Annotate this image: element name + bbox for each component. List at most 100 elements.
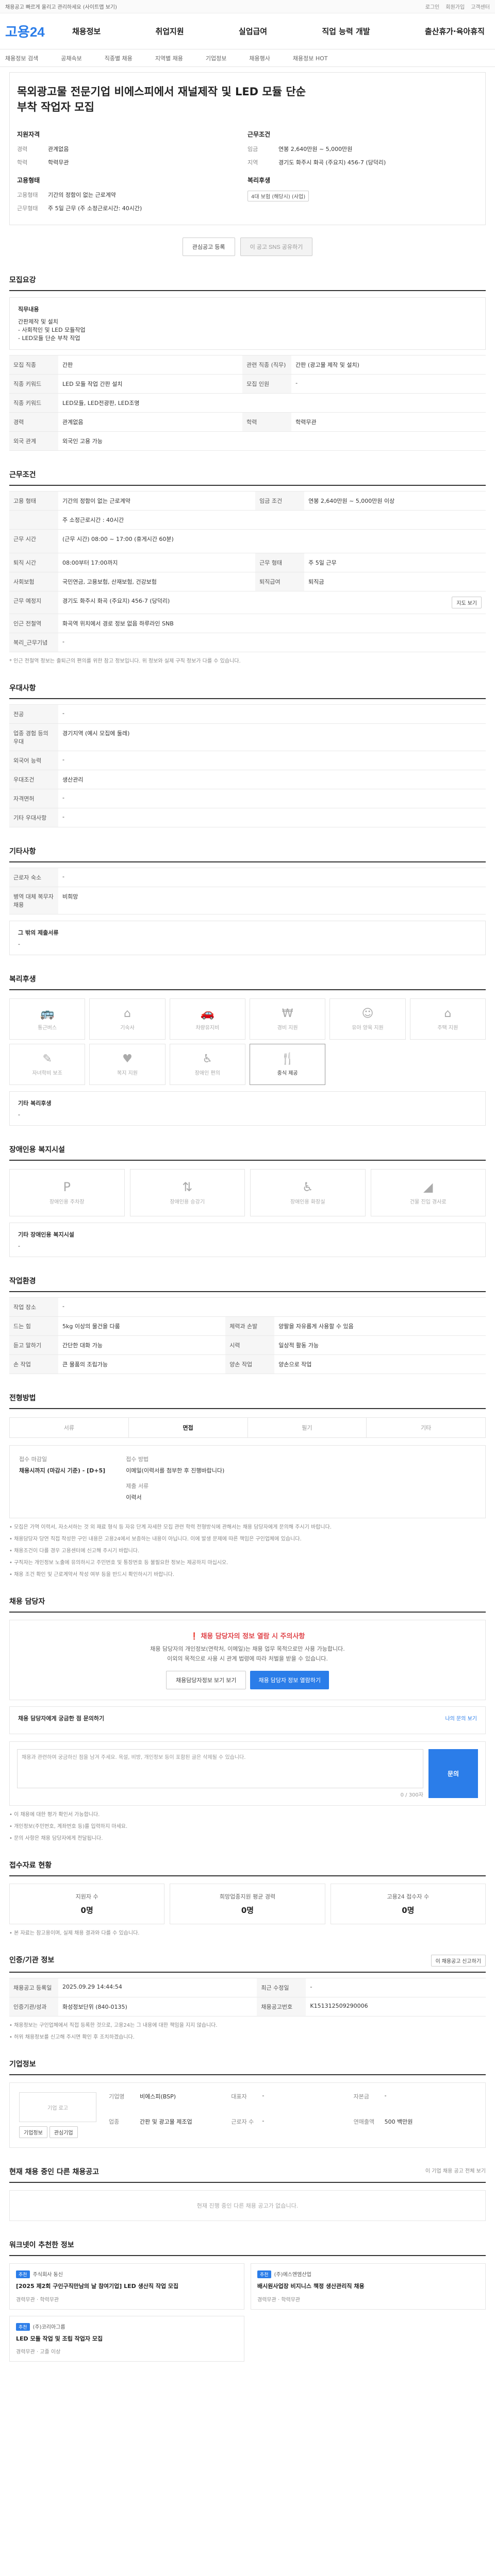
- table-header-cell: 학력: [242, 412, 292, 432]
- table-cell: 경기지역 (예시 모집에 둘레): [58, 723, 486, 751]
- process-note: • 채용담당자 당연 직접 작성한 구인 내용은 고용24에서 보증하는 내용이…: [9, 1536, 302, 1542]
- summary-value: 기간의 정함이 없는 근로계약: [48, 191, 116, 198]
- subnav-company[interactable]: 기업정보: [206, 54, 226, 62]
- table-header-cell: 근무 형태: [255, 552, 305, 572]
- subnav-job-type[interactable]: 직종별 채용: [105, 54, 133, 62]
- login-link[interactable]: 로그인: [425, 3, 440, 10]
- subnav-hot[interactable]: 채용정보 HOT: [293, 54, 328, 62]
- subnav-event[interactable]: 채용행사: [249, 54, 270, 62]
- table-row: 근로자 숙소 -: [9, 867, 486, 887]
- process-step: 서류: [10, 1417, 129, 1437]
- table-header-cell: 기타 우대사항: [9, 807, 58, 827]
- welfare-item: ☺ 유아 양육 지원: [329, 998, 406, 1040]
- welfare-item-label: 경비 지원: [277, 1025, 298, 1031]
- table-header-cell: 인근 전철역: [9, 613, 58, 633]
- welfare-item-label: 유아 양육 지원: [352, 1025, 384, 1031]
- table-header-cell: 최근 수정일: [257, 1978, 306, 1998]
- toilet-icon: ♿: [302, 1180, 314, 1195]
- table-header-cell: 드는 힘: [9, 1316, 58, 1336]
- table-row: 사회보험 국민연금, 고용보험, 산재보험, 건강보험 퇴직급여 퇴직금: [9, 571, 486, 591]
- table-header-cell: 외국어 능력: [9, 750, 58, 770]
- table-header-cell: 직종 키워드: [9, 393, 58, 413]
- table-header-cell: 모집 직종: [9, 354, 58, 375]
- prefer-table: 전공 - 업종 경험 등의 우대 경기지역 (예시 모집에 둘레) 외국어 능력 - …: [9, 704, 486, 827]
- qa-my-link[interactable]: 나의 문의 보기: [445, 1714, 477, 1726]
- duty-line: - 사회적인 및 LED 모듈작업: [18, 326, 86, 333]
- corp-logo: 기업 로고: [19, 2092, 96, 2123]
- recommend-card[interactable]: 추천 (주)코리아그룹 LED 모듈 작업 및 조립 작업자 모집 경력무관 · 고졸…: [9, 2315, 244, 2362]
- share-button[interactable]: 이 공고 SNS 공유하기: [240, 237, 313, 256]
- map-button[interactable]: 지도 보기: [452, 596, 482, 608]
- stat-label: 희망업종지원 평균 경력: [219, 1893, 276, 1901]
- subnav-region[interactable]: 지역별 채용: [155, 54, 183, 62]
- job-title: 목외광고물 전문기업 비에스피에서 재널제작 및 LED 모듈 단순 부착 작업…: [17, 86, 306, 114]
- top-notice-text: 채용공고 빠르게 올리고 관리하세요 (사이트맵 보기): [5, 5, 117, 10]
- welfare-item-label: 통근버스: [38, 1025, 57, 1031]
- corp-field: 연매출액 500 백만원: [354, 2117, 476, 2133]
- table-cell: LED 모듈 작업 간판 설치: [58, 374, 243, 394]
- recommend-job-title[interactable]: 배시원사업장 비지니스 책정 생산관리직 채용: [257, 2282, 479, 2291]
- welfare-title: 복리후생: [9, 974, 486, 990]
- recommend-meta: 경력무관 · 학력무관: [16, 2297, 59, 2303]
- stat-value: 0명: [241, 1906, 254, 1916]
- recruit-table: 모집 직종 간판 관련 직종 (직무) 간판 (광고물 제작 및 설치) 직종 …: [9, 354, 486, 451]
- welfare-item: ⌂ 주택 지원: [409, 998, 486, 1040]
- table-cell: 일상적 활동 가능: [274, 1335, 486, 1355]
- table-header-cell: 듣고 말하기: [9, 1335, 58, 1355]
- table-cell: -: [58, 632, 486, 652]
- info-title: 인증/기관 정보: [9, 1956, 55, 1965]
- table-header-cell: 손 작업: [9, 1354, 58, 1374]
- contact-view-button[interactable]: 채용 담당자 정보 열람하기: [250, 1671, 329, 1690]
- contact-note: • 개인정보(주민번호, 계좌번호 등)를 입력하지 마세요.: [9, 1824, 128, 1830]
- table-header-cell: 복리_근무기념: [9, 632, 58, 652]
- welfare-other-box: 기타 복리후생 -: [9, 1091, 486, 1126]
- signup-link[interactable]: 회원가입: [446, 3, 465, 10]
- disability-grid: P 장애인용 주차장 ⇅ 장애인용 승강기 ♿ 장애인용 화장실 ◢ 건물 진입 경사로: [9, 1168, 486, 1216]
- nav-item-leave[interactable]: 출산휴가·육아휴직: [425, 26, 485, 37]
- summary-benefit-title: 복리후생: [248, 176, 271, 184]
- car-icon: 🚗: [200, 1007, 215, 1020]
- contact-note: • 문의 사항은 채용 담당자에게 전달됩니다.: [9, 1836, 103, 1842]
- recommend-company: (주)에스엔엠산업: [274, 2272, 311, 2278]
- table-cell: -: [58, 788, 486, 808]
- recommend-job-title[interactable]: [2025 제2회 구인구직만남의 날 참여기업] LED 생산직 작업 모집: [16, 2282, 238, 2291]
- process-step: 필기: [248, 1417, 367, 1437]
- prefer-section: 우대사항 전공 - 업종 경험 등의 우대 경기지역 (예시 모집에 둘레) 외국어…: [9, 683, 486, 827]
- corp-info-button[interactable]: 기업정보: [19, 2126, 47, 2139]
- welfare-item-label: 복지 지원: [117, 1070, 138, 1076]
- recommend-card[interactable]: 추천 (주)에스엔엠산업 배시원사업장 비지니스 책정 생산관리직 채용 경력무관 ·…: [251, 2263, 486, 2310]
- corp-field: 업종 간판 및 광고물 제조업: [109, 2117, 231, 2133]
- table-cell: 퇴직금: [304, 571, 486, 591]
- nav-item-jobs[interactable]: 채용정보: [72, 26, 101, 37]
- table-row: 외국 관계 외국인 고용 가능: [9, 431, 486, 451]
- welfare-item: ⌂ 기숙사: [89, 998, 166, 1040]
- benefit-tag: 4대 보험 (해당시) (사업): [248, 190, 309, 201]
- heart-icon: ♥: [122, 1052, 133, 1065]
- recommend-job-title[interactable]: LED 모듈 작업 및 조립 작업자 모집: [16, 2335, 238, 2344]
- contact-buttons: 채용담당자정보 보기 보기 채용 담당자 정보 열람하기: [20, 1671, 475, 1690]
- qa-send-button[interactable]: 문의: [428, 1749, 478, 1799]
- help-link[interactable]: 고객센터: [471, 3, 490, 10]
- report-button[interactable]: 이 채용공고 신고하기: [431, 1955, 486, 1967]
- disability-item: ♿ 장애인용 화장실: [250, 1168, 366, 1216]
- table-row: 경력 관계없음 학력 학력무관: [9, 412, 486, 432]
- contact-desc: 채용 담당자의 개인정보(연락처, 이메일)는 채용 업무 목적으로만 사용 가…: [150, 1645, 345, 1652]
- site-logo[interactable]: 고용24: [5, 22, 72, 41]
- table-row: 퇴직 시간 08:00부터 17:00까지 근무 형태 주 5일 근무: [9, 552, 486, 572]
- subnav-search[interactable]: 채용정보 검색: [5, 54, 38, 62]
- contact-policy-button[interactable]: 채용담당자정보 보기 보기: [166, 1671, 246, 1690]
- job-action-row: 관심공고 등록 이 공고 SNS 공유하기: [9, 237, 486, 256]
- duty-line: 간판제작 및 설치: [18, 318, 58, 325]
- others-title-row: 현재 채용 중인 다른 채용공고 이 기업 채용 공고 전체 보기: [9, 2166, 486, 2183]
- nav-item-support[interactable]: 취업지원: [155, 26, 184, 37]
- others-all-link[interactable]: 이 기업 채용 공고 전체 보기: [425, 2166, 486, 2177]
- corp-fav-button[interactable]: 관심기업: [49, 2126, 78, 2139]
- nav-item-training[interactable]: 직업 능력 개발: [322, 26, 370, 37]
- qa-textarea[interactable]: 채용과 관련하여 궁금하신 점을 남겨 주세요. 욕설, 비방, 개인정보 등이…: [17, 1749, 423, 1789]
- recommend-card[interactable]: 추천 주식회사 동신 [2025 제2회 구인구직만남의 날 참여기업] LED 생…: [9, 2263, 244, 2310]
- nav-item-benefit[interactable]: 실업급여: [239, 26, 267, 37]
- subnav-public[interactable]: 공채속보: [61, 54, 81, 62]
- scrap-button[interactable]: 관심공고 등록: [182, 237, 235, 256]
- duty-line: - LED모듈 단순 부착 작업: [18, 334, 80, 342]
- contact-warning-text: 채용 담당자의 정보 열람 시 주의사항: [201, 1632, 305, 1640]
